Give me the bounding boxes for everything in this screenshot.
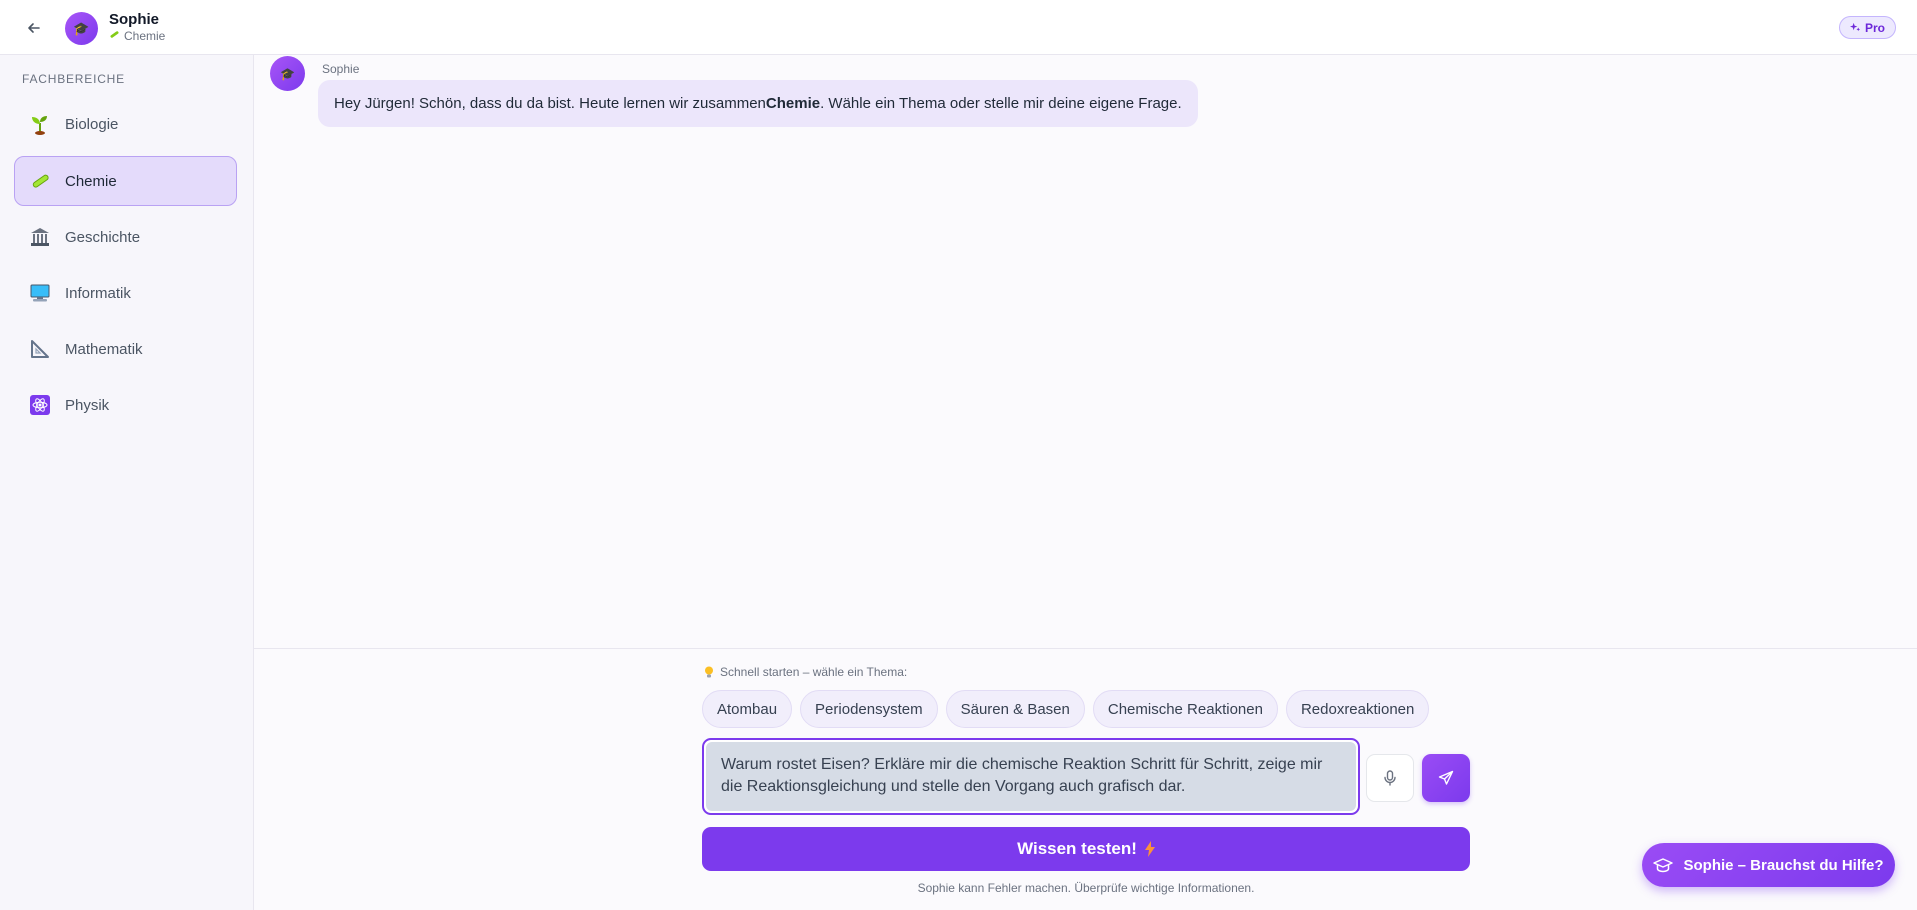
chat-area: 🎓 Sophie Hey Jürgen! Schön, dass du da b… (254, 55, 1917, 648)
seedling-icon (29, 113, 51, 135)
message-subject-bold: Chemie (765, 95, 821, 112)
avatar: 🎓 (65, 12, 98, 45)
sidebar-item-label: Informatik (65, 284, 131, 302)
disclaimer: Sophie kann Fehler machen. Überprüfe wic… (917, 881, 1255, 895)
current-subject: Chemie (109, 29, 165, 43)
message-sender: Sophie (322, 62, 360, 76)
message-input[interactable]: Warum rostet Eisen? Erkläre mir die chem… (702, 738, 1360, 815)
sidebar: FACHBEREICHE Biologie Chemie Geschichte … (0, 55, 254, 910)
sidebar-item-geschichte[interactable]: Geschichte (14, 212, 237, 262)
sidebar-item-physik[interactable]: Physik (14, 380, 237, 430)
computer-icon (29, 282, 51, 304)
topic-chips: Atombau Periodensystem Säuren & Basen Ch… (702, 690, 1430, 728)
sidebar-item-chemie[interactable]: Chemie (14, 156, 237, 206)
help-button[interactable]: Sophie – Brauchst du Hilfe? (1642, 843, 1895, 887)
sidebar-title: FACHBEREICHE (22, 72, 125, 86)
topic-chip-atombau[interactable]: Atombau (702, 690, 793, 728)
lightbulb-icon (705, 666, 713, 678)
graduation-cap-icon (1653, 858, 1674, 873)
send-icon (1438, 770, 1454, 785)
sidebar-item-mathematik[interactable]: Mathematik (14, 324, 237, 374)
sidebar-item-label: Chemie (65, 172, 117, 190)
sidebar-item-biologie[interactable]: Biologie (14, 99, 237, 149)
back-button[interactable] (22, 16, 46, 40)
knowledge-test-label: Wissen testen! (1017, 839, 1137, 858)
assistant-message: Hey Jürgen! Schön, dass du da bist. Heut… (318, 80, 1198, 127)
sidebar-item-label: Biologie (65, 115, 119, 133)
sidebar-item-label: Mathematik (65, 340, 143, 358)
quick-start-label: Schnell starten – wähle ein Thema: (704, 665, 907, 679)
sidebar-item-label: Physik (65, 396, 110, 414)
send-button[interactable] (1422, 754, 1470, 802)
sidebar-item-informatik[interactable]: Informatik (14, 268, 237, 318)
graduation-cap-icon: 🎓 (280, 66, 295, 81)
help-button-label: Sophie – Brauchst du Hilfe? (1683, 856, 1884, 874)
topic-chip-chemische-reaktionen[interactable]: Chemische Reaktionen (1092, 690, 1278, 728)
message-text-end: . Wähle ein Thema oder stelle mir deine … (820, 95, 1182, 112)
pro-badge[interactable]: Pro (1838, 16, 1896, 39)
classical-building-icon (29, 226, 51, 248)
message-input-text[interactable]: Warum rostet Eisen? Erkläre mir die chem… (706, 742, 1356, 811)
sidebar-item-label: Geschichte (65, 228, 141, 246)
triangle-ruler-icon (29, 338, 51, 360)
topic-chip-periodensystem[interactable]: Periodensystem (800, 690, 938, 728)
topic-chip-saeuren-basen[interactable]: Säuren & Basen (945, 690, 1085, 728)
microphone-icon (1384, 770, 1396, 786)
lightning-icon (1144, 841, 1155, 857)
message-text-start: Hey Jürgen! Schön, dass du da bist. Heut… (334, 95, 766, 112)
test-tube-icon (109, 29, 120, 43)
microphone-button[interactable] (1366, 754, 1414, 802)
topic-chip-redoxreaktionen[interactable]: Redoxreaktionen (1285, 690, 1430, 728)
quick-start-text: Schnell starten – wähle ein Thema: (720, 665, 908, 679)
knowledge-test-button[interactable]: Wissen testen! (702, 827, 1470, 871)
arrow-left-icon (28, 23, 40, 33)
current-subject-label: Chemie (124, 29, 166, 43)
top-header: 🎓 Sophie Chemie Pro (0, 0, 1917, 55)
test-tube-icon (29, 170, 51, 192)
assistant-name: Sophie (109, 11, 160, 28)
pro-label: Pro (1864, 20, 1885, 35)
atom-icon (29, 394, 51, 416)
sparkles-icon (1849, 22, 1861, 32)
graduation-cap-icon: 🎓 (73, 20, 90, 36)
message-avatar: 🎓 (270, 56, 305, 91)
